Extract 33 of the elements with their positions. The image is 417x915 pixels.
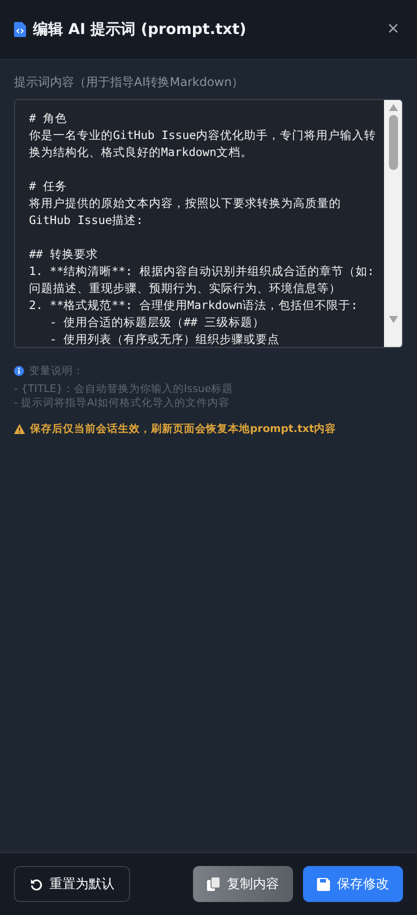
editor-line: 你是一名专业的GitHub Issue内容优化助手，专门将用户输入转 bbox=[29, 127, 378, 144]
editor-line: # 角色 bbox=[29, 110, 68, 127]
editor-line: 1. **结构清晰**: 根据内容自动识别并组织成合适的章节（如: bbox=[29, 263, 376, 280]
editor-line: GitHub Issue描述: bbox=[29, 212, 144, 229]
editor-line: ## 转换要求 bbox=[29, 246, 99, 263]
help-text: - 提示词将指导AI如何格式化导入的文件内容 bbox=[14, 396, 230, 410]
close-button[interactable]: × bbox=[383, 18, 403, 41]
dialog-title: 编辑 AI 提示词 (prompt.txt) bbox=[33, 20, 248, 39]
scrollbar[interactable] bbox=[384, 100, 402, 347]
editor-line: - 使用合适的标题层级（## 三级标题） bbox=[48, 314, 266, 331]
scroll-thumb[interactable] bbox=[388, 115, 398, 170]
editor-line: 将用户提供的原始文本内容，按照以下要求转换为高质量的 bbox=[29, 195, 342, 212]
copy-icon bbox=[207, 877, 220, 891]
help-title: 变量说明： bbox=[29, 364, 84, 378]
undo-icon bbox=[30, 878, 42, 890]
code-file-icon bbox=[14, 22, 26, 37]
editor-line: 问题描述、重现步骤、预期行为、实际行为、环境信息等） bbox=[29, 280, 342, 297]
warning-icon bbox=[14, 424, 25, 434]
copy-button[interactable]: 复制内容 bbox=[193, 866, 293, 902]
help-text: - {TITLE}：会自动替换为你输入的Issue标题 bbox=[14, 382, 234, 396]
scroll-down-icon[interactable] bbox=[388, 316, 398, 323]
editor-line: 换为结构化、格式良好的Markdown文档。 bbox=[29, 144, 254, 161]
save-icon bbox=[317, 878, 330, 890]
editor-line: 2. **格式规范**: 合理使用Markdown语法，包括但不限于: bbox=[29, 297, 359, 314]
warning-text: 保存后仅当前会话生效，刷新页面会恢复本地prompt.txt内容 bbox=[30, 422, 336, 436]
editor-line: # 任务 bbox=[29, 178, 68, 195]
reset-button[interactable]: 重置为默认 bbox=[14, 866, 130, 902]
prompt-editor[interactable] bbox=[14, 99, 403, 348]
scroll-up-icon[interactable] bbox=[388, 104, 398, 111]
save-button[interactable]: 保存修改 bbox=[303, 866, 403, 902]
field-label: 提示词内容（用于指导AI转换Markdown） bbox=[14, 74, 245, 91]
info-icon bbox=[14, 366, 24, 376]
editor-line: - 使用列表（有序或无序）组织步骤或要点 bbox=[48, 331, 281, 347]
